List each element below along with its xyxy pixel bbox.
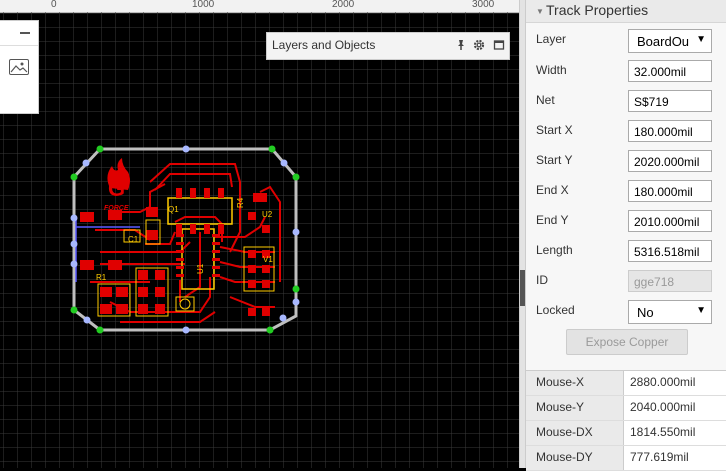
- mouse-info-label: Mouse-Y: [526, 396, 624, 420]
- mouse-info-label: Mouse-DY: [526, 446, 624, 470]
- track-properties-header[interactable]: ▼ Track Properties: [526, 0, 726, 23]
- handle-green: [70, 306, 78, 314]
- prop-label: Locked: [536, 303, 575, 317]
- prop-row-net: Net S$719: [526, 88, 726, 114]
- mouse-info-row: Mouse-DY 777.619mil: [526, 446, 726, 471]
- svg-text:G: G: [108, 176, 125, 201]
- logo-text: FORCE: [104, 205, 129, 212]
- track-properties-panel: ▼ Track Properties Layer BoardOu ▼ Width…: [526, 0, 726, 471]
- handle-blue: [82, 159, 90, 167]
- pcb-label: C1: [128, 235, 139, 244]
- handle-green: [268, 145, 276, 153]
- layers-panel-title: Layers and Objects: [272, 38, 376, 52]
- mouse-info-row: Mouse-DX 1814.550mil: [526, 421, 726, 446]
- handle-blue: [292, 298, 300, 306]
- ruler-label: 0: [51, 0, 57, 10]
- handle-green: [96, 145, 104, 153]
- ruler-label: 3000: [472, 0, 495, 10]
- start-y-input[interactable]: 2020.000mil: [628, 150, 712, 172]
- handle-blue: [70, 260, 78, 268]
- mouse-info-label: Mouse-DX: [526, 421, 624, 445]
- handle-blue: [292, 228, 300, 236]
- id-input: gge718: [628, 270, 712, 292]
- chevron-down-icon: ▼: [696, 34, 706, 45]
- end-y-input[interactable]: 2010.000mil: [628, 210, 712, 232]
- ruler-label: 1000: [192, 0, 215, 10]
- prop-label: Start Y: [536, 153, 573, 167]
- prop-label: Net: [536, 93, 555, 107]
- prop-label: Start X: [536, 123, 573, 137]
- chevron-down-icon: ▼: [696, 305, 706, 316]
- mouse-info-label: Mouse-X: [526, 371, 624, 395]
- mouse-info-value: 2040.000mil: [630, 400, 696, 414]
- pcb-canvas[interactable]: 0 1000 2000 3000 R4 U2 U1 V1 C1 R1 Q1 G …: [0, 0, 519, 468]
- panel-splitter[interactable]: [519, 0, 526, 468]
- handle-blue: [182, 145, 190, 153]
- expose-copper-button[interactable]: Expose Copper: [566, 329, 688, 355]
- handle-blue: [83, 316, 91, 324]
- mouse-info-value: 777.619mil: [630, 450, 689, 464]
- prop-row-end-y: End Y 2010.000mil: [526, 208, 726, 234]
- gear-icon[interactable]: [473, 39, 485, 51]
- width-input[interactable]: 32.000mil: [628, 60, 712, 82]
- minus-icon[interactable]: [20, 32, 30, 34]
- pcb-label: R4: [236, 197, 245, 208]
- end-x-input[interactable]: 180.000mil: [628, 180, 712, 202]
- prop-label: ID: [536, 273, 548, 287]
- mouse-info-table: Mouse-X 2880.000mil Mouse-Y 2040.000mil …: [526, 370, 726, 471]
- splitter-handle[interactable]: [520, 270, 525, 306]
- prop-row-length: Length 5316.518mil: [526, 238, 726, 264]
- prop-label: Layer: [536, 32, 567, 46]
- maximize-icon[interactable]: [493, 39, 505, 51]
- handle-green: [292, 285, 300, 293]
- mouse-info-row: Mouse-Y 2040.000mil: [526, 396, 726, 421]
- ruler-label: 2000: [332, 0, 355, 10]
- mouse-info-row: Mouse-X 2880.000mil: [526, 371, 726, 396]
- drawing-tools-header: [0, 21, 38, 46]
- drawing-tools-panel: [0, 20, 39, 114]
- locked-select-value: No: [637, 305, 654, 320]
- prop-row-width: Width 32.000mil: [526, 58, 726, 84]
- prop-row-end-x: End X 180.000mil: [526, 178, 726, 204]
- pin-icon[interactable]: [455, 39, 467, 51]
- handle-blue: [70, 214, 78, 222]
- prop-row-start-x: Start X 180.000mil: [526, 118, 726, 144]
- grid-background: [0, 12, 519, 468]
- layer-select-value: BoardOu: [637, 34, 690, 49]
- mouse-info-value: 2880.000mil: [630, 375, 696, 389]
- prop-row-locked: Locked No ▼: [526, 298, 726, 324]
- caret-down-icon[interactable]: ▼: [536, 7, 544, 16]
- pcb-label: U1: [196, 263, 205, 274]
- handle-green: [292, 173, 300, 181]
- prop-label: Width: [536, 63, 567, 77]
- pcb-label: R1: [96, 273, 107, 282]
- handle-blue: [182, 326, 190, 334]
- handle-blue: [70, 240, 78, 248]
- handle-blue: [279, 314, 287, 322]
- handle-blue: [280, 159, 288, 167]
- image-icon[interactable]: [9, 59, 29, 75]
- prop-label: Length: [536, 243, 573, 257]
- track-properties-title: Track Properties: [546, 2, 649, 18]
- handle-green: [266, 326, 274, 334]
- prop-row-id: ID gge718: [526, 268, 726, 294]
- prop-row-start-y: Start Y 2020.000mil: [526, 148, 726, 174]
- prop-label: End Y: [536, 213, 569, 227]
- locked-select[interactable]: No ▼: [628, 300, 712, 324]
- handle-green: [96, 326, 104, 334]
- handle-green: [70, 173, 78, 181]
- layers-and-objects-panel[interactable]: Layers and Objects: [266, 32, 510, 60]
- start-x-input[interactable]: 180.000mil: [628, 120, 712, 142]
- layer-select[interactable]: BoardOu ▼: [628, 29, 712, 53]
- pcb-label: Q1: [168, 205, 179, 214]
- grid-board-svg[interactable]: R4 U2 U1 V1 C1 R1 Q1 G FORCE: [0, 12, 519, 468]
- pcb-label: V1: [263, 255, 273, 264]
- mouse-info-value: 1814.550mil: [630, 425, 696, 439]
- prop-row-layer: Layer BoardOu ▼: [526, 27, 726, 53]
- prop-label: End X: [536, 183, 569, 197]
- pcb-label: U2: [262, 210, 273, 219]
- net-input[interactable]: S$719: [628, 90, 712, 112]
- length-input[interactable]: 5316.518mil: [628, 240, 712, 262]
